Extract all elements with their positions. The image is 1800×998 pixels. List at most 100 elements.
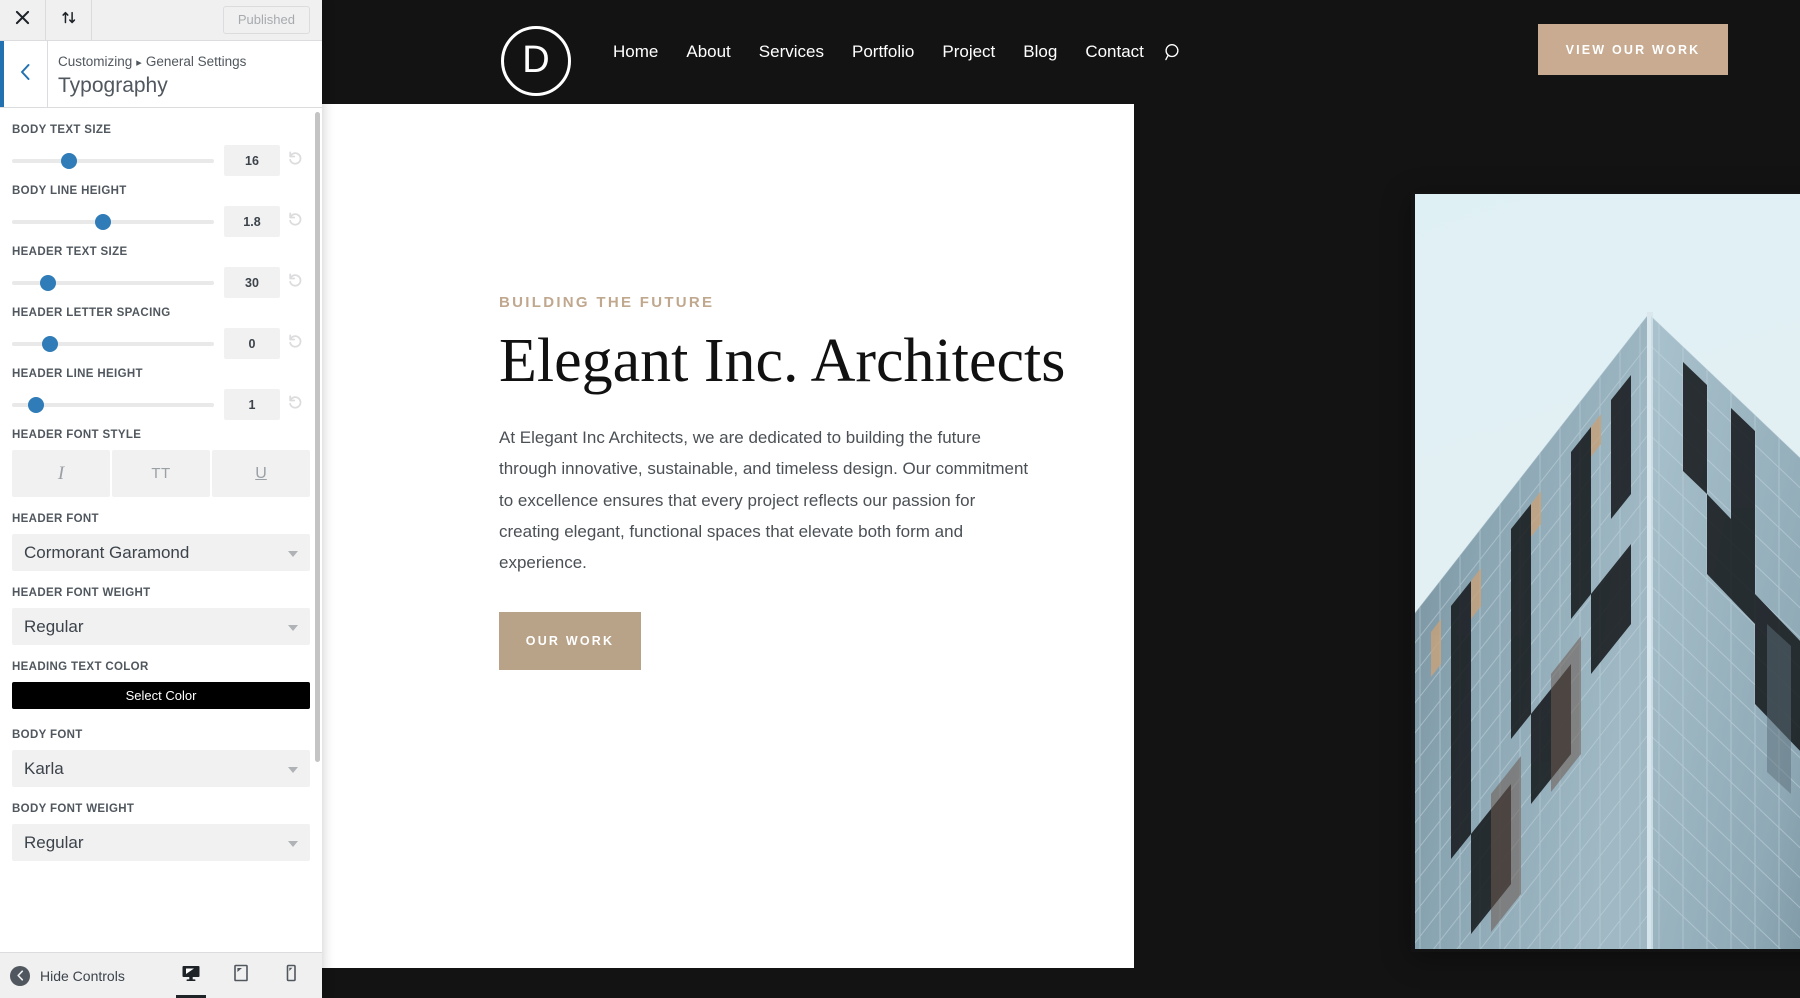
italic-icon: I — [57, 462, 65, 484]
reset-header-text-size-button[interactable] — [280, 272, 310, 294]
sidebar-scrollbar[interactable] — [315, 112, 320, 762]
hero-content: BUILDING THE FUTURE Elegant Inc. Archite… — [499, 294, 1066, 671]
reset-header-letter-spacing-button[interactable] — [280, 333, 310, 355]
uppercase-icon: TT — [151, 465, 171, 482]
range-row: 30 — [12, 267, 310, 298]
sort-updown-icon — [61, 10, 77, 31]
slider-thumb[interactable] — [40, 274, 57, 291]
hero-white-panel: BUILDING THE FUTURE Elegant Inc. Archite… — [322, 104, 1134, 968]
select-color-button[interactable]: Select Color — [12, 682, 310, 709]
chevron-down-icon — [288, 624, 298, 631]
building-photo-illustration — [1415, 194, 1800, 949]
body-text-size-value[interactable]: 16 — [224, 145, 280, 176]
uppercase-toggle-button[interactable]: TT — [112, 450, 210, 497]
header-letter-spacing-value[interactable]: 0 — [224, 328, 280, 359]
range-row: 0 — [12, 328, 310, 359]
control-label: BODY LINE HEIGHT — [12, 185, 127, 197]
toggle-panel-button[interactable] — [46, 0, 92, 40]
body-font-weight-select[interactable]: Regular — [12, 824, 310, 861]
nav-link-about[interactable]: About — [672, 42, 744, 62]
nav-link-blog[interactable]: Blog — [1009, 42, 1071, 62]
customizer-app: Published Customizing ▸ General Settings T… — [0, 0, 1800, 998]
range-row: 16 — [12, 145, 310, 176]
body-line-height-value[interactable]: 1.8 — [224, 206, 280, 237]
range-row: 1 — [12, 389, 310, 420]
nav-link-project[interactable]: Project — [928, 42, 1009, 62]
close-customizer-button[interactable] — [0, 0, 46, 40]
view-our-work-button[interactable]: VIEW OUR WORK — [1538, 24, 1728, 75]
nav-link-contact[interactable]: Contact — [1071, 42, 1158, 62]
control-label: HEADER TEXT SIZE — [12, 246, 128, 258]
customizer-sidebar: Published Customizing ▸ General Settings T… — [0, 0, 322, 998]
font-style-button-group: I TT U — [12, 450, 310, 497]
header-letter-spacing-slider[interactable] — [12, 334, 214, 354]
reset-icon — [287, 150, 304, 172]
header-text-size-slider[interactable] — [12, 273, 214, 293]
hide-controls-button[interactable]: Hide Controls — [10, 965, 125, 986]
chevron-down-icon — [288, 550, 298, 557]
chevron-left-icon — [19, 63, 32, 86]
published-button[interactable]: Published — [222, 6, 310, 34]
site-logo[interactable]: D — [501, 26, 571, 96]
control-label: HEADER FONT — [12, 513, 99, 525]
control-label: HEADER LINE HEIGHT — [12, 368, 143, 380]
slider-thumb[interactable] — [42, 335, 59, 352]
control-label: HEADER FONT WEIGHT — [12, 587, 151, 599]
control-header-text-size: HEADER TEXT SIZE 30 — [12, 246, 310, 298]
customizer-footer: Hide Controls — [0, 952, 322, 998]
header-font-value: Cormorant Garamond — [24, 542, 190, 562]
header-line-height-slider[interactable] — [12, 395, 214, 415]
reset-icon — [287, 211, 304, 233]
site-preview: D Home About Services Portfolio Project … — [322, 0, 1800, 998]
header-font-select[interactable]: Cormorant Garamond — [12, 534, 310, 571]
control-body-text-size: BODY TEXT SIZE 16 — [12, 124, 310, 176]
slider-thumb[interactable] — [94, 213, 111, 230]
underline-toggle-button[interactable]: U — [212, 450, 310, 497]
breadcrumb-parent: General Settings — [145, 54, 247, 69]
close-icon — [15, 10, 30, 30]
control-label: HEADING TEXT COLOR — [12, 661, 149, 673]
nav-link-services[interactable]: Services — [745, 42, 838, 62]
control-header-font-weight: HEADER FONT WEIGHT Regular — [12, 587, 310, 645]
device-mobile-button[interactable] — [272, 953, 310, 998]
slider-thumb[interactable] — [28, 396, 45, 413]
slider-track — [12, 158, 214, 163]
control-label: BODY TEXT SIZE — [12, 124, 112, 136]
header-font-weight-value: Regular — [24, 616, 84, 636]
control-body-font: BODY FONT Karla — [12, 729, 310, 787]
device-tablet-button[interactable] — [222, 953, 260, 998]
search-icon[interactable] — [1164, 43, 1183, 62]
underline-icon: U — [255, 464, 267, 482]
body-line-height-slider[interactable] — [12, 212, 214, 232]
italic-toggle-button[interactable]: I — [12, 450, 110, 497]
nav-link-home[interactable]: Home — [599, 42, 672, 62]
control-header-letter-spacing: HEADER LETTER SPACING 0 — [12, 307, 310, 359]
body-text-size-slider[interactable] — [12, 151, 214, 171]
header-font-weight-select[interactable]: Regular — [12, 608, 310, 645]
hero-title: Elegant Inc. Architects — [499, 327, 1066, 395]
slider-thumb[interactable] — [60, 152, 77, 169]
nav-link-portfolio[interactable]: Portfolio — [838, 42, 928, 62]
our-work-button[interactable]: OUR WORK — [499, 612, 641, 671]
hero-eyebrow: BUILDING THE FUTURE — [499, 294, 715, 311]
control-body-font-weight: BODY FONT WEIGHT Regular — [12, 803, 310, 861]
customizer-topbar: Published — [0, 0, 322, 41]
reset-header-line-height-button[interactable] — [280, 394, 310, 416]
preview-bottom-strip — [322, 968, 1800, 998]
control-label: HEADER LETTER SPACING — [12, 307, 171, 319]
control-body-line-height: BODY LINE HEIGHT 1.8 — [12, 185, 310, 237]
body-font-select[interactable]: Karla — [12, 750, 310, 787]
back-button[interactable] — [0, 41, 48, 107]
reset-body-text-size-button[interactable] — [280, 150, 310, 172]
hero-body-text: At Elegant Inc Architects, we are dedica… — [499, 428, 1029, 573]
device-desktop-button[interactable] — [172, 953, 210, 998]
header-text-size-value[interactable]: 30 — [224, 267, 280, 298]
collapse-arrow-icon — [10, 965, 30, 986]
reset-body-line-height-button[interactable] — [280, 211, 310, 233]
control-label: BODY FONT WEIGHT — [12, 803, 135, 815]
control-header-font: HEADER FONT Cormorant Garamond — [12, 513, 310, 571]
page-title: Typography — [58, 73, 168, 97]
header-line-height-value[interactable]: 1 — [224, 389, 280, 420]
panel-header-text: Customizing ▸ General Settings Typography — [48, 41, 246, 107]
